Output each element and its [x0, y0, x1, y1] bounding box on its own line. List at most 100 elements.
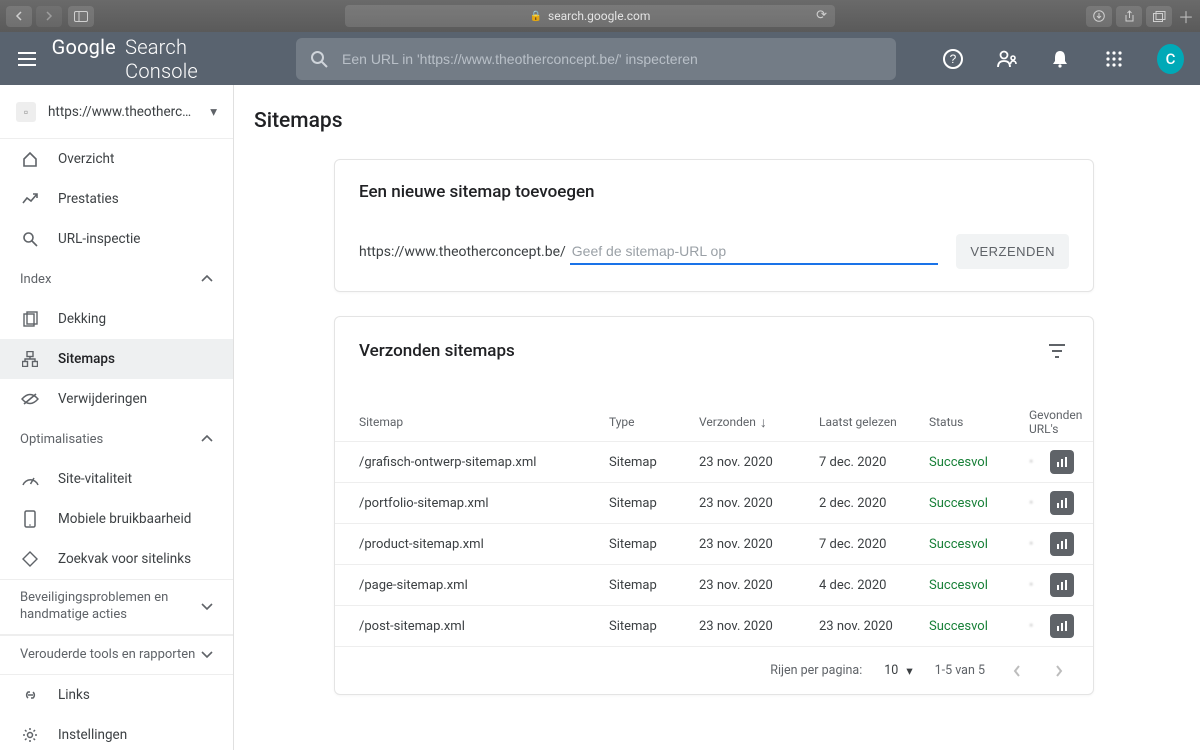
nav-url-inspectie[interactable]: URL-inspectie: [0, 219, 233, 259]
section-index[interactable]: Index: [0, 259, 233, 299]
cell-status: Succesvol: [929, 537, 1029, 552]
nav-site-vitaliteit-label: Site-vitaliteit: [58, 471, 132, 487]
col-status[interactable]: Status: [929, 415, 1029, 429]
table-header: Sitemap Type Verzonden↓ Laatst gelezen S…: [335, 403, 1093, 441]
nav-instellingen[interactable]: Instellingen: [0, 715, 233, 750]
browser-url-bar[interactable]: 🔒 search.google.com ⟳: [345, 5, 835, 27]
cell-verzonden: 23 nov. 2020: [699, 578, 819, 593]
notifications-button[interactable]: [1050, 47, 1072, 71]
rows-per-page-label: Rijen per pagina:: [770, 663, 862, 678]
browser-chrome: 🔒 search.google.com ⟳ ＋: [0, 0, 1200, 32]
sitemap-url-input[interactable]: [570, 239, 939, 265]
logo-google: Google: [52, 35, 116, 59]
next-page-button[interactable]: [1049, 661, 1069, 681]
browser-forward-button[interactable]: [36, 6, 62, 27]
prev-page-button[interactable]: [1007, 661, 1027, 681]
cell-urls: •: [1029, 578, 1034, 593]
cell-type: Sitemap: [609, 537, 699, 552]
search-icon: [310, 50, 328, 68]
col-urls[interactable]: Gevonden URL's: [1029, 408, 1082, 436]
users-button[interactable]: [996, 47, 1018, 71]
nav-prestaties[interactable]: Prestaties: [0, 179, 233, 219]
nav-overzicht-label: Overzicht: [58, 151, 114, 167]
account-avatar[interactable]: C: [1157, 44, 1184, 74]
cell-verzonden: 23 nov. 2020: [699, 455, 819, 470]
property-text: https://www.theotherconcept...: [48, 104, 198, 120]
cell-status: Succesvol: [929, 578, 1029, 593]
apps-button[interactable]: [1103, 47, 1125, 71]
section-security-label: Beveiligingsproblemen en handmatige acti…: [20, 590, 201, 624]
nav-dekking[interactable]: Dekking: [0, 299, 233, 339]
row-details-button[interactable]: [1050, 614, 1074, 638]
table-row[interactable]: /product-sitemap.xmlSitemap23 nov. 20207…: [335, 523, 1093, 564]
nav-links[interactable]: Links: [0, 675, 233, 715]
app-logo: Google Search Console: [52, 35, 244, 83]
url-inspect-search[interactable]: [296, 38, 896, 80]
filter-button[interactable]: [1045, 339, 1069, 363]
col-verzonden[interactable]: Verzonden↓: [699, 414, 819, 431]
sort-desc-icon: ↓: [760, 414, 767, 431]
browser-tabs-button[interactable]: [1146, 6, 1172, 27]
property-thumb-icon: ▫: [16, 102, 36, 122]
section-security[interactable]: Beveiligingsproblemen en handmatige acti…: [0, 579, 233, 635]
cell-type: Sitemap: [609, 455, 699, 470]
help-button[interactable]: ?: [942, 47, 964, 71]
svg-text:?: ?: [949, 52, 956, 66]
speed-icon: [20, 472, 40, 486]
cell-urls: •: [1029, 537, 1034, 552]
add-sitemap-title: Een nieuwe sitemap toevoegen: [359, 182, 1069, 202]
sitemaps-table: Sitemap Type Verzonden↓ Laatst gelezen S…: [335, 403, 1093, 646]
rows-per-page-select[interactable]: 10 ▾: [884, 663, 912, 679]
cell-status: Succesvol: [929, 455, 1029, 470]
cell-sitemap: /post-sitemap.xml: [359, 619, 609, 634]
browser-back-button[interactable]: [6, 6, 32, 27]
table-row[interactable]: /portfolio-sitemap.xmlSitemap23 nov. 202…: [335, 482, 1093, 523]
nav-verwijderingen[interactable]: Verwijderingen: [0, 379, 233, 419]
reload-icon[interactable]: ⟳: [816, 8, 827, 23]
caret-down-icon: ▾: [906, 663, 912, 679]
submit-sitemap-button[interactable]: VERZENDEN: [956, 234, 1069, 269]
row-details-button[interactable]: [1050, 450, 1074, 474]
browser-downloads-button[interactable]: [1086, 6, 1112, 27]
nav-zoekvak[interactable]: Zoekvak voor sitelinks: [0, 539, 233, 579]
col-sitemap[interactable]: Sitemap: [359, 415, 609, 429]
cell-laatst: 2 dec. 2020: [819, 496, 929, 511]
cell-urls: •: [1029, 455, 1034, 470]
sitemap-url-prefix: https://www.theotherconcept.be/: [359, 244, 566, 260]
col-type[interactable]: Type: [609, 415, 699, 429]
app-header: Google Search Console ? C: [0, 32, 1200, 85]
menu-button[interactable]: [16, 47, 38, 71]
browser-url-text: search.google.com: [548, 9, 650, 23]
table-row[interactable]: /grafisch-ontwerp-sitemap.xmlSitemap23 n…: [335, 441, 1093, 482]
sitemaps-table-title: Verzonden sitemaps: [359, 341, 515, 361]
nav-sitemaps[interactable]: Sitemaps: [0, 339, 233, 379]
section-optimalisaties-label: Optimalisaties: [20, 432, 103, 447]
rows-per-page-value: 10: [884, 663, 898, 678]
sitemap-icon: [20, 351, 40, 367]
browser-share-button[interactable]: [1116, 6, 1142, 27]
chevron-down-icon: [201, 603, 213, 611]
browser-sidebar-button[interactable]: [68, 6, 94, 27]
section-legacy[interactable]: Verouderde tools en rapporten: [0, 635, 233, 675]
col-laatst[interactable]: Laatst gelezen: [819, 415, 929, 429]
url-inspect-input[interactable]: [342, 51, 882, 67]
row-details-button[interactable]: [1050, 491, 1074, 515]
table-row[interactable]: /page-sitemap.xmlSitemap23 nov. 20204 de…: [335, 564, 1093, 605]
nav-site-vitaliteit[interactable]: Site-vitaliteit: [0, 459, 233, 499]
mobile-icon: [20, 510, 40, 528]
cell-urls: •: [1029, 619, 1034, 634]
property-selector[interactable]: ▫ https://www.theotherconcept... ▾: [0, 85, 233, 139]
browser-new-tab-button[interactable]: ＋: [1178, 5, 1194, 27]
sitelinks-icon: [20, 551, 40, 567]
page-range: 1-5 van 5: [935, 663, 985, 678]
section-optimalisaties[interactable]: Optimalisaties: [0, 419, 233, 459]
table-row[interactable]: /post-sitemap.xmlSitemap23 nov. 202023 n…: [335, 605, 1093, 646]
row-details-button[interactable]: [1050, 573, 1074, 597]
sidebar: ▫ https://www.theotherconcept... ▾ Overz…: [0, 85, 234, 750]
row-details-button[interactable]: [1050, 532, 1074, 556]
nav-mobiele[interactable]: Mobiele bruikbaarheid: [0, 499, 233, 539]
magnify-icon: [20, 231, 40, 247]
nav-overzicht[interactable]: Overzicht: [0, 139, 233, 179]
cell-laatst: 7 dec. 2020: [819, 455, 929, 470]
cell-type: Sitemap: [609, 496, 699, 511]
